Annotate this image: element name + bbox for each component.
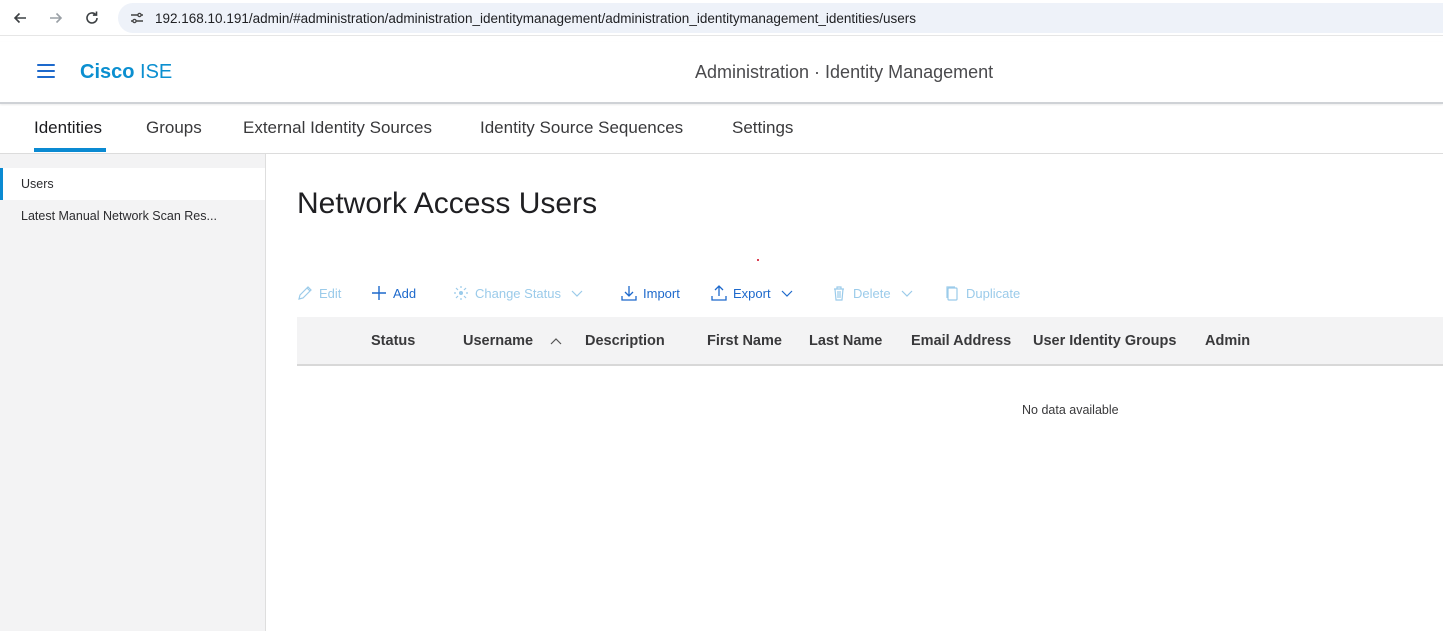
forward-arrow-icon[interactable] xyxy=(44,6,68,30)
duplicate-label: Duplicate xyxy=(966,285,1021,301)
export-button[interactable]: Export xyxy=(711,281,793,305)
tab-external-identity-sources[interactable]: External Identity Sources xyxy=(243,118,432,138)
column-header-admin[interactable]: Admin xyxy=(1205,333,1250,349)
column-header-username[interactable]: Username xyxy=(463,333,533,349)
active-tab-indicator xyxy=(34,148,106,152)
import-icon xyxy=(621,286,637,301)
table-empty-message: No data available xyxy=(1022,403,1119,417)
column-header-last-name[interactable]: Last Name xyxy=(809,333,882,349)
edit-button[interactable]: Edit xyxy=(297,281,341,305)
export-label: Export xyxy=(733,285,771,301)
export-icon xyxy=(711,285,727,301)
change-status-label: Change Status xyxy=(475,285,562,301)
tab-identity-source-sequences[interactable]: Identity Source Sequences xyxy=(480,118,683,138)
tab-groups[interactable]: Groups xyxy=(146,118,202,138)
duplicate-button[interactable]: Duplicate xyxy=(944,281,1020,305)
add-button[interactable]: Add xyxy=(371,281,416,305)
browser-toolbar: 192.168.10.191/admin/#administration/adm… xyxy=(0,0,1443,36)
edit-label: Edit xyxy=(319,285,342,301)
tab-settings[interactable]: Settings xyxy=(732,118,793,138)
pencil-icon xyxy=(298,286,312,300)
page-title: Network Access Users xyxy=(297,187,598,220)
url-text: 192.168.10.191/admin/#administration/adm… xyxy=(155,10,916,26)
sidebar-item-latest-network-scan[interactable]: Latest Manual Network Scan Res... xyxy=(0,200,265,232)
back-arrow-icon[interactable] xyxy=(8,6,32,30)
import-label: Import xyxy=(643,285,680,301)
hamburger-menu-icon[interactable] xyxy=(37,64,57,80)
delete-label: Delete xyxy=(853,285,891,301)
trash-icon xyxy=(834,286,844,301)
column-header-description[interactable]: Description xyxy=(585,333,665,349)
address-bar[interactable]: 192.168.10.191/admin/#administration/adm… xyxy=(118,3,1443,33)
column-header-status[interactable]: Status xyxy=(371,333,415,349)
sort-ascending-icon[interactable] xyxy=(550,336,562,346)
plus-icon xyxy=(372,286,386,300)
reload-icon[interactable] xyxy=(80,6,104,30)
column-header-email[interactable]: Email Address xyxy=(911,333,1011,349)
page-context-title: Administration · Identity Management xyxy=(695,62,994,82)
sidebar: Users Latest Manual Network Scan Res... xyxy=(0,154,266,631)
delete-button[interactable]: Delete xyxy=(831,281,913,305)
brand-logo: Cisco ISE xyxy=(80,61,172,84)
chevron-down-icon xyxy=(571,290,583,297)
column-header-user-identity-groups[interactable]: User Identity Groups xyxy=(1033,333,1176,349)
app-header: Cisco ISE Administration · Identity Mana… xyxy=(0,42,1443,104)
change-status-button[interactable]: Change Status xyxy=(453,281,583,305)
add-label: Add xyxy=(393,285,417,301)
tab-bar: Identities Groups External Identity Sour… xyxy=(0,106,1443,154)
import-button[interactable]: Import xyxy=(621,281,680,305)
status-icon xyxy=(454,286,468,300)
chevron-down-icon xyxy=(781,290,793,297)
brand-name: Cisco xyxy=(80,61,135,83)
brand-product: ISE xyxy=(134,61,173,83)
stray-dot xyxy=(757,259,759,261)
site-info-icon[interactable] xyxy=(122,3,152,33)
sidebar-item-users[interactable]: Users xyxy=(0,168,265,200)
tab-identities[interactable]: Identities xyxy=(34,118,102,138)
column-header-first-name[interactable]: First Name xyxy=(707,333,782,349)
chevron-down-icon xyxy=(901,290,913,297)
duplicate-icon xyxy=(946,286,958,301)
table-header: Status Username Description First Name L… xyxy=(297,317,1443,366)
